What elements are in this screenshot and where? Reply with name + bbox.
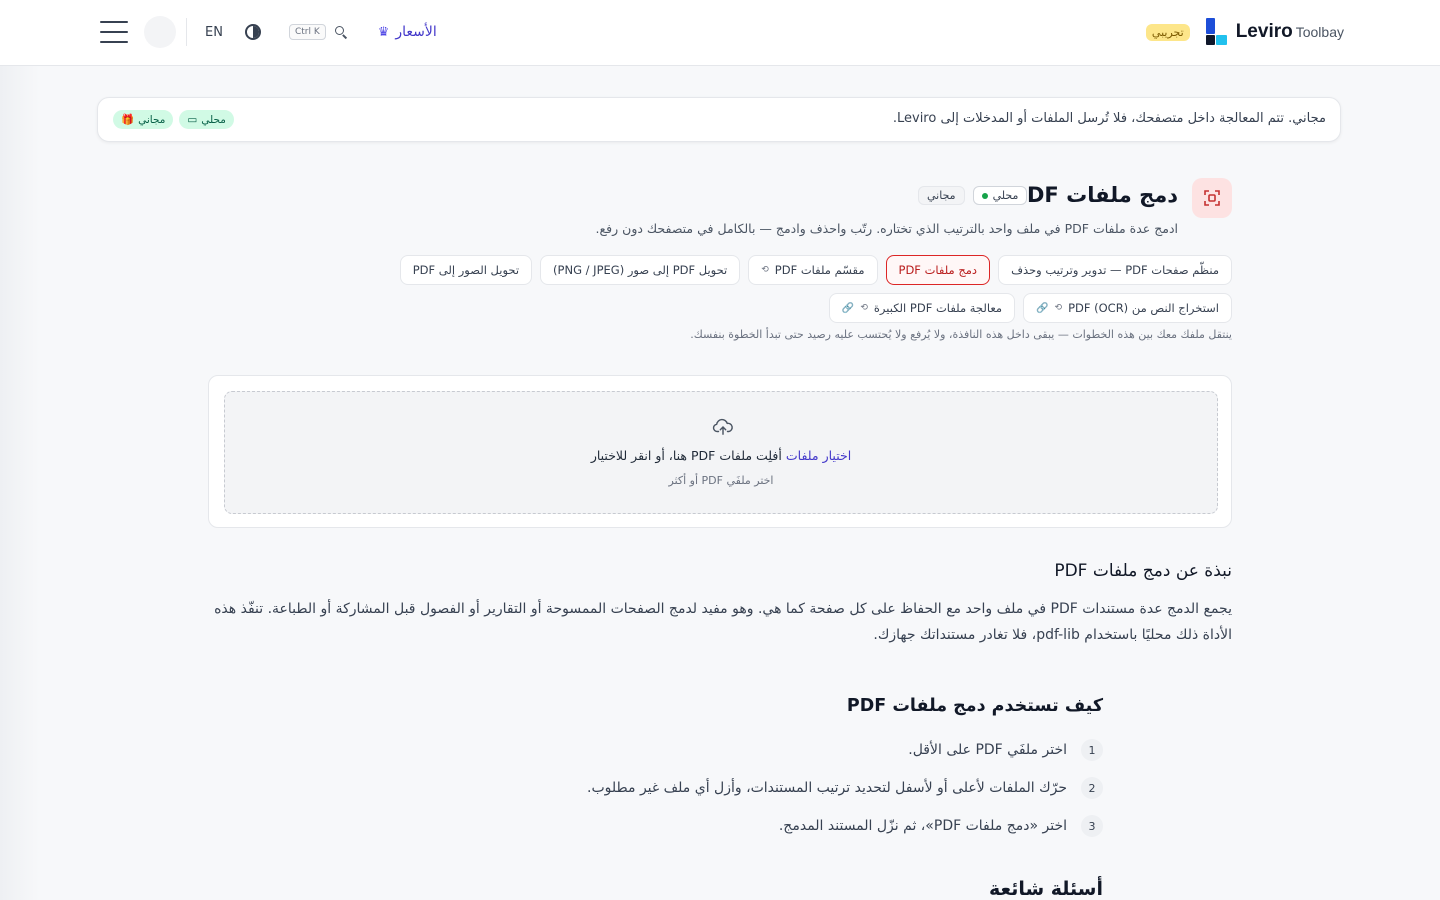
step-text: اختر «دمج ملفات PDF»، ثم نزّل المستند ال… bbox=[778, 818, 1067, 834]
pricing-label: الأسعار bbox=[395, 24, 437, 40]
tool-chip-label: استخراج النص من PDF (OCR) bbox=[1068, 301, 1219, 315]
header-tools: EN Ctrl K الأسعار ♛ bbox=[100, 14, 437, 50]
merge-tool-icon bbox=[1192, 178, 1232, 218]
brand-name: Leviro Toolbay bbox=[1235, 21, 1344, 42]
avatar[interactable] bbox=[144, 16, 176, 48]
tool-chip[interactable]: تحويل PDF إلى صور (PNG / JPEG) bbox=[540, 255, 741, 285]
tool-chip-label: منظّم صفحات PDF — تدوير وترتيب وحذف bbox=[1011, 263, 1219, 277]
step-text: حرّك الملفات لأعلى أو لأسفل لتحديد ترتيب… bbox=[587, 780, 1067, 796]
refresh-icon: ⟲ bbox=[761, 265, 769, 275]
howto-steps: 1 اختر ملفَي PDF على الأقل. 2 حرّك الملفات … bbox=[587, 736, 1103, 850]
list-item: 1 اختر ملفَي PDF على الأقل. bbox=[587, 736, 1103, 764]
related-tools-note: ينتقل ملفك معك بين هذه الخطوات — يبقى دا… bbox=[690, 328, 1232, 341]
dropzone-instruction: اختيار ملفات أفلِت ملفات PDF هنا، أو انق… bbox=[225, 448, 1217, 463]
brand[interactable]: تجريبي Leviro Toolbay bbox=[1145, 17, 1344, 47]
list-item: 2 حرّك الملفات لأعلى أو لأسفل لتحديد ترتي… bbox=[587, 774, 1103, 802]
tool-chip-label: مقسّم ملفات PDF bbox=[774, 263, 865, 277]
tool-chip[interactable]: تحويل الصور إلى PDF bbox=[399, 255, 533, 285]
step-number: 3 bbox=[1081, 815, 1103, 837]
refresh-icon: ⟲ bbox=[860, 303, 868, 313]
tool-chip[interactable]: معالجة ملفات PDF الكبيرة ⟲ 🔗 bbox=[828, 293, 1016, 323]
free-badge: 🎁 مجاني bbox=[113, 110, 174, 129]
tool-chip-label: تحويل الصور إلى PDF bbox=[412, 263, 520, 277]
tool-chip-label: تحويل PDF إلى صور (PNG / JPEG) bbox=[553, 263, 728, 277]
notice-text: مجاني. تتم المعالجة داخل متصفحك، فلا تُر… bbox=[892, 111, 1326, 126]
brand-logo-icon bbox=[1204, 18, 1228, 46]
tool-chip[interactable]: منظّم صفحات PDF — تدوير وترتيب وحذف bbox=[998, 255, 1232, 285]
trial-badge: تجريبي bbox=[1145, 23, 1190, 41]
title-badges: مجاني محلي bbox=[918, 186, 1028, 205]
list-item: 3 اختر «دمج ملفات PDF»، ثم نزّل المستند ا… bbox=[587, 812, 1103, 840]
refresh-icon: ⟲ bbox=[1054, 303, 1063, 313]
tool-chip[interactable]: دمج ملفات PDF bbox=[885, 255, 991, 285]
page-subtitle: ادمج عدة ملفات PDF في ملف واحد بالترتيب … bbox=[595, 221, 1178, 236]
step-number: 2 bbox=[1081, 777, 1103, 799]
dropzone-text: أفلِت ملفات PDF هنا، أو انقر للاختيار bbox=[590, 448, 782, 463]
language-switch[interactable]: EN bbox=[205, 25, 223, 40]
search-shortcut[interactable]: Ctrl K bbox=[288, 24, 326, 40]
about-text: يجمع الدمج عدة مستندات PDF في ملف واحد م… bbox=[214, 601, 1232, 643]
tool-chip-label: دمج ملفات PDF bbox=[898, 263, 978, 277]
local-badge: محلي bbox=[972, 186, 1028, 205]
laptop-icon: ▭ bbox=[187, 113, 198, 126]
free-badge: مجاني bbox=[918, 186, 965, 205]
faq-heading: أسئلة شائعة bbox=[988, 878, 1103, 900]
file-dropzone[interactable]: اختيار ملفات أفلِت ملفات PDF هنا، أو انق… bbox=[224, 391, 1218, 514]
link-icon: 🔗 bbox=[841, 302, 855, 314]
tool-chip[interactable]: مقسّم ملفات PDF ⟲ bbox=[748, 255, 878, 285]
related-tools: منظّم صفحات PDF — تدوير وترتيب وحذف دمج م… bbox=[208, 255, 1232, 323]
local-badge: ▭ محلي bbox=[179, 110, 234, 129]
pricing-link[interactable]: الأسعار ♛ bbox=[378, 24, 437, 40]
step-number: 1 bbox=[1081, 739, 1103, 761]
upload-card: اختيار ملفات أفلِت ملفات PDF هنا، أو انق… bbox=[208, 375, 1232, 528]
menu-icon[interactable] bbox=[100, 21, 128, 43]
divider bbox=[186, 18, 187, 46]
tool-chip[interactable]: استخراج النص من PDF (OCR) ⟲ 🔗 bbox=[1023, 293, 1232, 323]
status-dot-icon bbox=[981, 192, 988, 199]
link-icon: 🔗 bbox=[1036, 302, 1049, 314]
left-shade bbox=[0, 66, 40, 900]
crown-icon: ♛ bbox=[377, 24, 390, 40]
privacy-notice: مجاني. تتم المعالجة داخل متصفحك، فلا تُر… bbox=[97, 97, 1341, 142]
choose-files-link[interactable]: اختيار ملفات bbox=[786, 448, 851, 463]
page-title: دمج ملفات PDF bbox=[1011, 183, 1178, 207]
tool-chip-label: معالجة ملفات PDF الكبيرة bbox=[873, 301, 1003, 315]
gift-icon: 🎁 bbox=[121, 114, 135, 126]
top-bar: تجريبي Leviro Toolbay EN Ctrl K الأسعار ♛ bbox=[0, 0, 1440, 66]
notice-badges: 🎁 مجاني ▭ محلي bbox=[113, 110, 234, 129]
howto-heading: كيف تستخدم دمج ملفات PDF bbox=[846, 696, 1103, 716]
step-text: اختر ملفَي PDF على الأقل. bbox=[908, 742, 1067, 758]
contrast-icon[interactable] bbox=[244, 24, 261, 40]
about-heading: نبذة عن دمج ملفات PDF bbox=[1054, 561, 1232, 581]
upload-cloud-icon bbox=[712, 418, 733, 435]
dropzone-hint: اختر ملفَي PDF أو أكثر bbox=[668, 474, 774, 487]
search-icon[interactable] bbox=[334, 25, 348, 39]
